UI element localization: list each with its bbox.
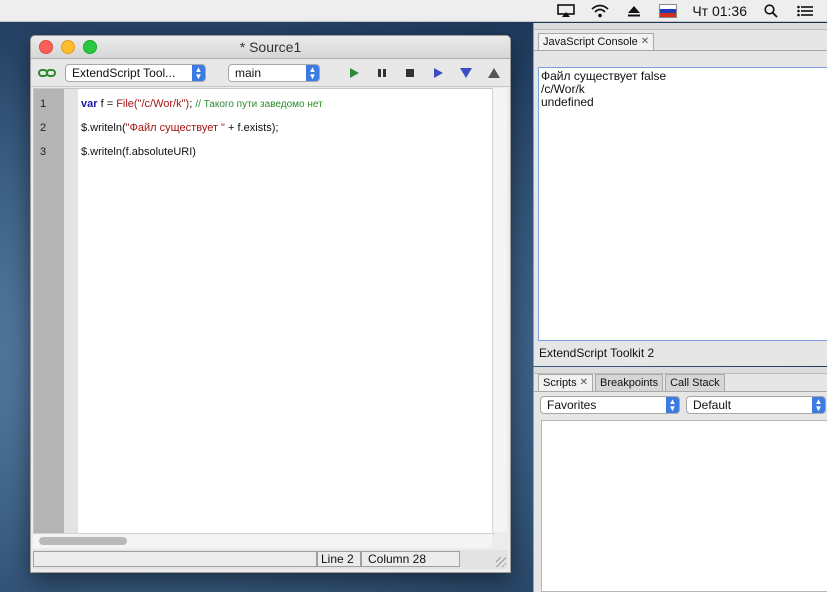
default-select[interactable]: Default ▲ ▼ [686,396,826,414]
code-line: $.writeln("Файл существует " + f.exists)… [81,122,278,134]
console-line: undefined [541,95,594,109]
menu-bar: Чт 01:36 [0,0,827,22]
airplay-icon[interactable] [556,3,576,19]
source-editor-window: * Source1 ExtendScript Tool... ▲ ▼ main ▲… [30,35,511,573]
code-text: $.writeln(f.absoluteURI) [81,146,196,158]
status-line: Line 2 [317,551,361,567]
code-text: + f.exists); [224,122,279,134]
step-over-button[interactable] [428,64,448,82]
scripts-panel: Scripts ✕ Breakpoints Call Stack Favorit… [533,367,827,592]
window-title: * Source1 [239,39,302,55]
tab-label: JavaScript Console [543,36,638,48]
step-out-button[interactable] [484,64,504,82]
scripts-tab-strip: Scripts ✕ Breakpoints Call Stack [534,374,827,392]
code-string: "Файл существует " [125,122,225,134]
tab-label: Scripts [543,377,577,389]
horizontal-scrollbar[interactable] [33,533,492,548]
notification-center-icon[interactable] [795,3,815,19]
chevron-updown-icon: ▲ ▼ [666,397,679,413]
keyboard-layout-flag-icon[interactable] [658,3,678,19]
code-string: File("/c/Wor/k") [116,98,190,110]
editor-toolbar: ExtendScript Tool... ▲ ▼ main ▲ ▼ [31,59,510,87]
tab-javascript-console[interactable]: JavaScript Console ✕ [538,33,655,50]
editor-titlebar[interactable]: * Source1 [31,36,510,59]
code-text: $.writeln( [81,122,126,134]
line-number: 1 [40,98,47,110]
close-tab-icon[interactable]: ✕ [580,375,588,391]
close-tab-icon[interactable]: ✕ [641,34,649,50]
run-button[interactable] [344,64,364,82]
tab-label: Breakpoints [600,377,659,389]
chevron-updown-icon: ▲ ▼ [812,397,825,413]
chevron-updown-icon: ▲ ▼ [306,64,319,81]
function-select-value: main [235,65,262,80]
tab-call-stack[interactable]: Call Stack [665,374,725,391]
javascript-console-panel: JavaScript Console ✕ Файл существует fal… [533,23,827,366]
panel-header-strip[interactable] [534,23,827,30]
scripts-list[interactable] [541,420,827,592]
code-comment: // Такого пути заведомо нет [195,99,323,110]
status-column: Column 28 [361,551,460,567]
code-keyword: var [81,98,98,110]
function-select[interactable]: main ▲ ▼ [228,63,320,82]
breakpoint-gutter[interactable] [64,89,78,533]
code-line: var f = File("/c/Wor/k"); // Такого пути… [81,98,323,110]
target-engine-value: ExtendScript Tool... [72,65,176,80]
pause-button[interactable] [372,64,392,82]
stop-button[interactable] [400,64,420,82]
close-window-button[interactable] [39,40,53,54]
vertical-scrollbar[interactable] [492,88,507,532]
console-tab-strip: JavaScript Console ✕ [534,30,827,51]
code-text: f = [97,98,117,110]
resize-grip-icon[interactable] [496,557,506,567]
line-number: 3 [40,146,47,158]
zoom-window-button[interactable] [83,40,97,54]
line-number-gutter: 1 2 3 [34,89,64,533]
code-line: $.writeln(f.absoluteURI) [81,146,196,158]
wifi-icon[interactable] [590,3,610,19]
favorites-select[interactable]: Favorites ▲ ▼ [540,396,680,414]
default-select-value: Default [693,398,732,412]
code-editor[interactable]: 1 2 3 var f = File("/c/Wor/k"); // Таког… [33,88,494,534]
step-into-button[interactable] [456,64,476,82]
favorites-select-value: Favorites [547,398,597,412]
scrollbar-thumb[interactable] [39,537,127,545]
target-engine-select[interactable]: ExtendScript Tool... ▲ ▼ [65,63,206,82]
line-number: 2 [40,122,47,134]
tab-scripts[interactable]: Scripts ✕ [538,374,594,391]
status-message [33,551,317,567]
link-target-icon[interactable] [37,64,57,82]
menubar-clock[interactable]: Чт 01:36 [692,3,747,19]
eject-icon[interactable] [624,3,644,19]
scripts-filter-row: Favorites ▲ ▼ Default ▲ ▼ [540,396,826,414]
minimize-window-button[interactable] [61,40,75,54]
console-target-label: ExtendScript Toolkit 2 [539,346,655,360]
chevron-updown-icon: ▲ ▼ [192,64,205,81]
spotlight-search-icon[interactable] [761,3,781,19]
tab-label: Call Stack [670,377,720,389]
console-output[interactable]: Файл существует false /c/Wor/k undefined [538,67,827,341]
panel-header-strip[interactable] [534,367,827,374]
editor-status-bar: Line 2 Column 28 [33,550,508,569]
tab-breakpoints[interactable]: Breakpoints [595,374,664,391]
